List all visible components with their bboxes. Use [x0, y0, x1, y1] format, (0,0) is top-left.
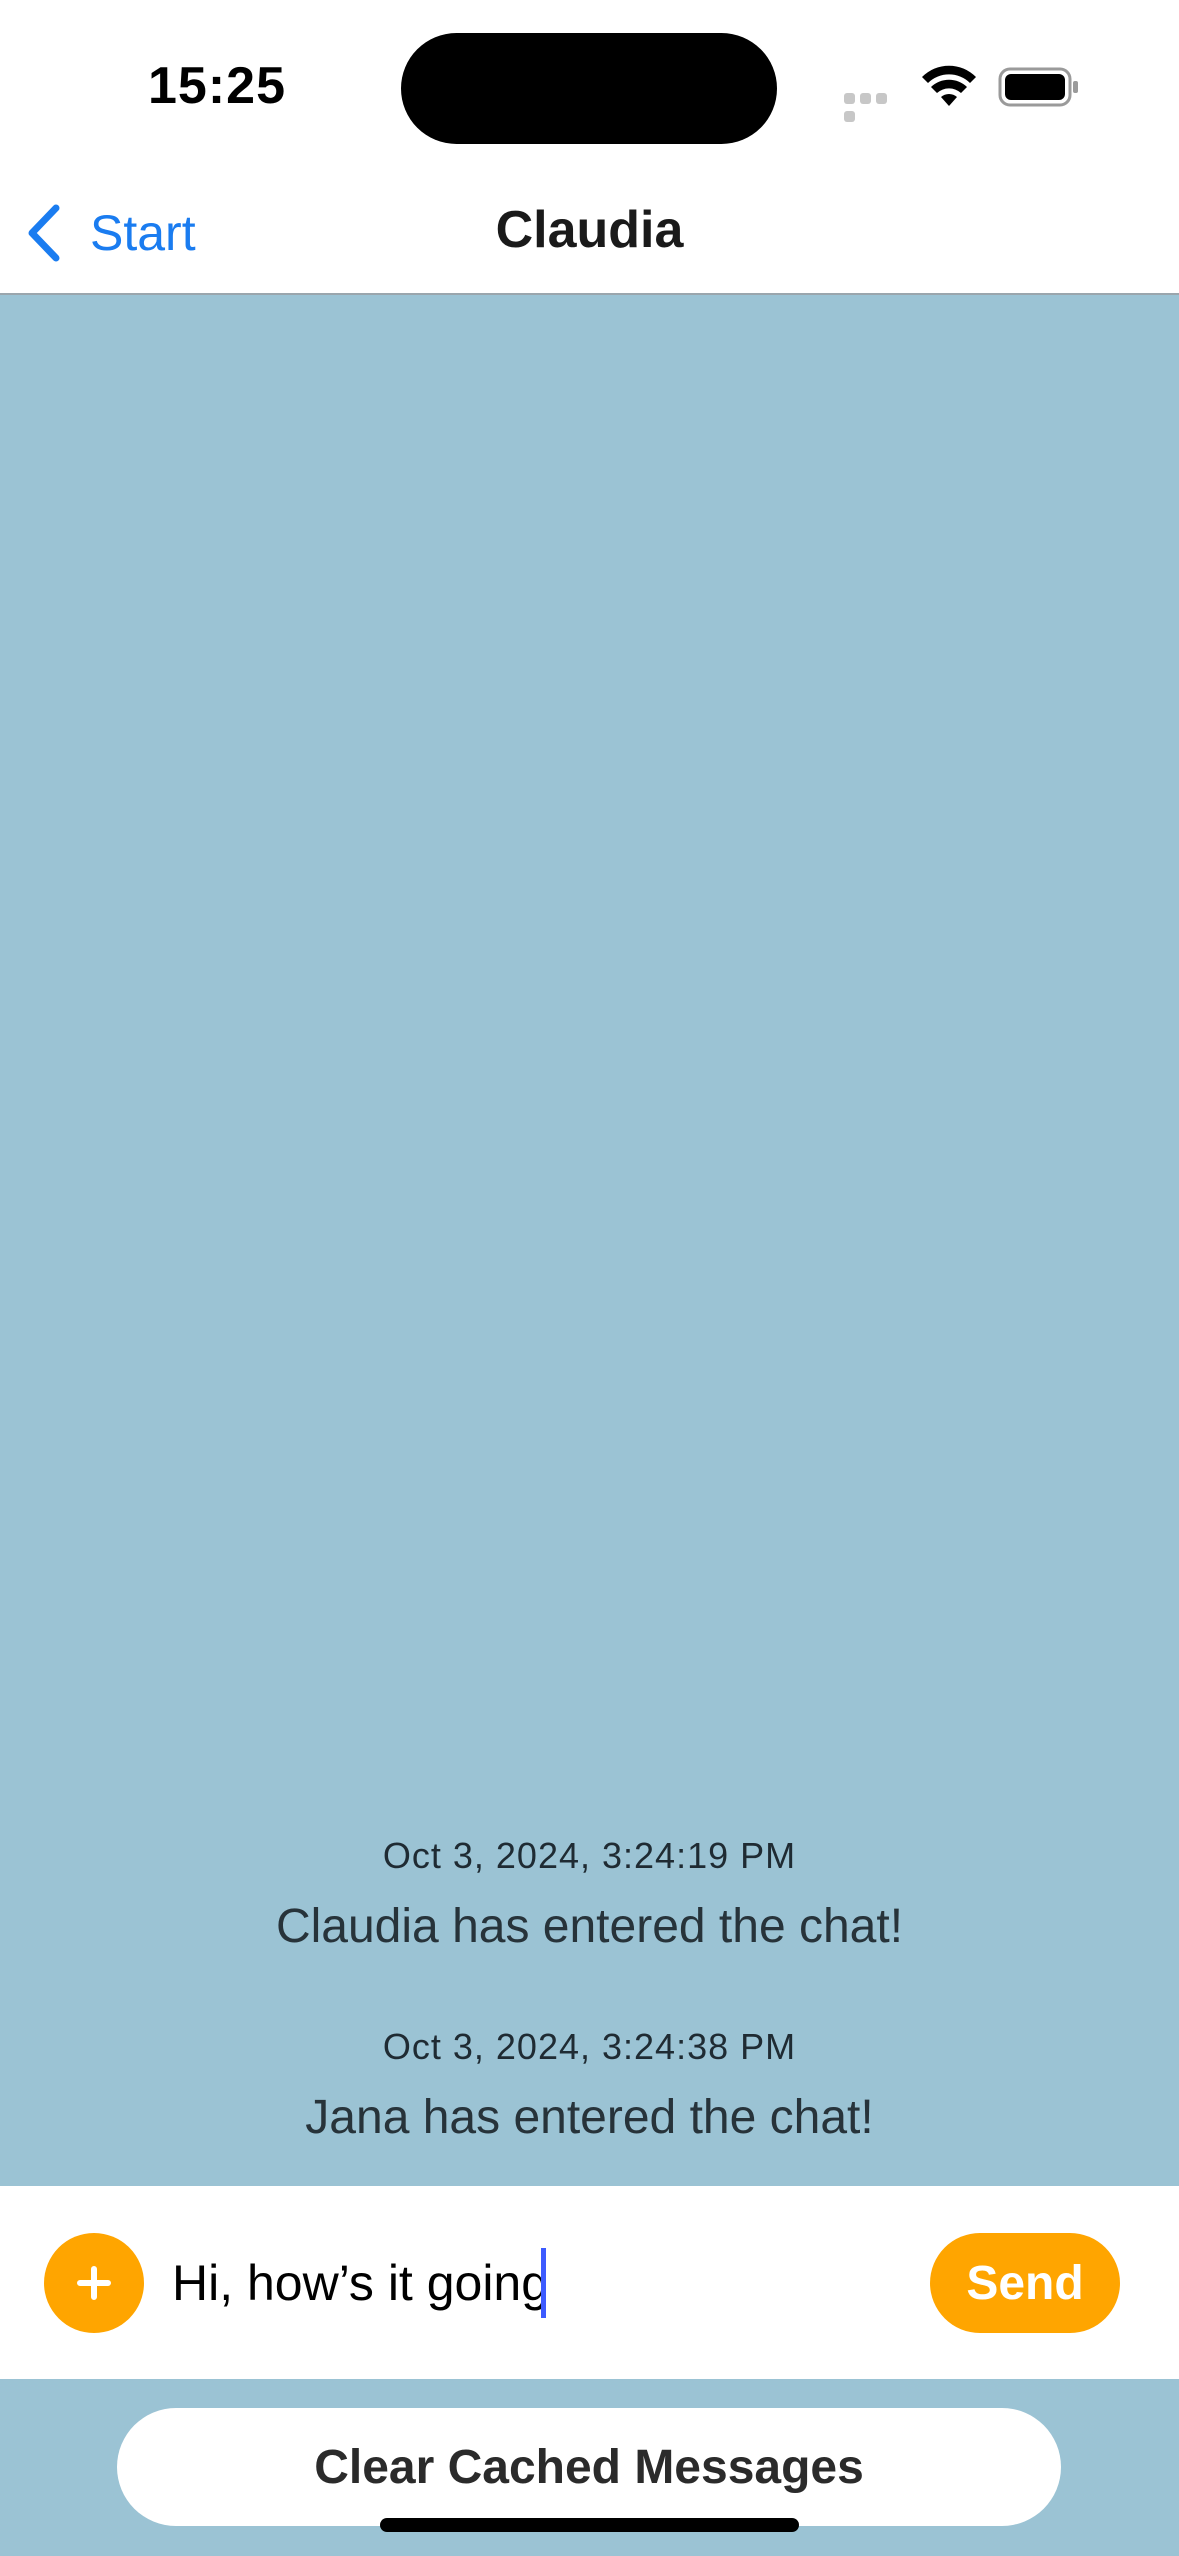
navigation-bar: Start Claudia — [0, 178, 1179, 295]
message-timestamp: Oct 3, 2024, 3:24:38 PM — [382, 2026, 797, 2067]
home-indicator — [380, 2518, 799, 2532]
send-button[interactable]: Send — [930, 2233, 1120, 2333]
message-composer: Send — [0, 2186, 1179, 2379]
status-bar: 15:25 — [0, 0, 1179, 178]
add-attachment-button[interactable] — [44, 2233, 144, 2333]
message-timestamp: Oct 3, 2024, 3:24:19 PM — [382, 1835, 797, 1876]
wifi-icon — [922, 65, 976, 106]
text-cursor — [541, 2248, 546, 2318]
message-input[interactable] — [172, 2238, 892, 2328]
clear-cached-messages-button[interactable]: Clear Cached Messages — [117, 2408, 1061, 2526]
plus-icon — [77, 2266, 111, 2300]
page-title: Claudia — [495, 201, 684, 259]
status-time: 15:25 — [148, 57, 286, 115]
chat-messages-area[interactable]: Oct 3, 2024, 3:24:19 PM Claudia has ente… — [0, 295, 1179, 2185]
message-text: Claudia has entered the chat! — [275, 1900, 904, 1953]
chat-message: Oct 3, 2024, 3:24:38 PM Jana has entered… — [0, 2026, 1179, 2145]
battery-icon — [998, 67, 1078, 107]
chat-message: Oct 3, 2024, 3:24:19 PM Claudia has ente… — [0, 1835, 1179, 1954]
message-text: Jana has entered the chat! — [305, 2091, 874, 2144]
dynamic-island — [401, 33, 777, 144]
cellular-signal-icon — [844, 93, 906, 122]
